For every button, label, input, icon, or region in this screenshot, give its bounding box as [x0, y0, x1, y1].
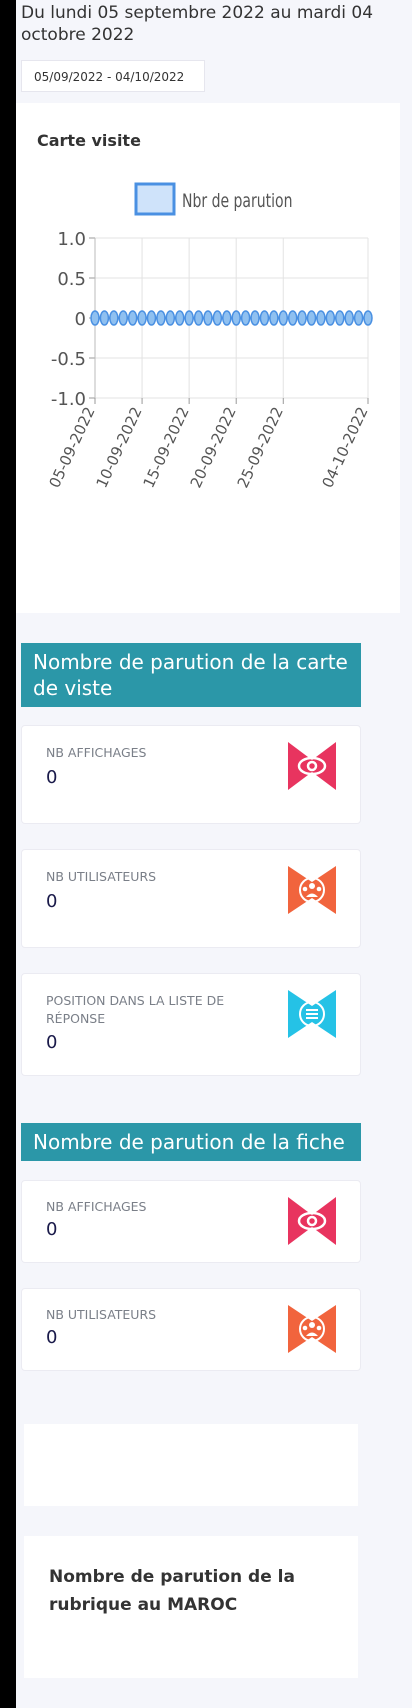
x-tick-label: 20-09-2022 [187, 404, 240, 491]
x-tick-label: 15-09-2022 [140, 404, 193, 491]
line-chart: Nbr de parution1.00.50-0.5-1.005-09-2022… [45, 182, 373, 491]
data-point [335, 310, 345, 326]
stat-label: NB AFFICHAGES [46, 1199, 147, 1214]
y-tick-label: 0 [75, 309, 86, 330]
data-point [127, 310, 138, 326]
stat-label: POSITION DANS LA LISTE DE RÉPONSE [46, 993, 225, 1026]
data-point [212, 310, 223, 326]
data-point [222, 310, 232, 326]
data-point [316, 310, 326, 326]
left-edge-bar [0, 0, 16, 1708]
data-point [306, 310, 317, 326]
x-tick-label: 04-10-2022 [318, 404, 371, 491]
data-point [325, 310, 336, 326]
users-icon [288, 1305, 336, 1353]
legend-swatch [134, 182, 176, 216]
rubrique-title: Nombre de parution de la rubrique au MAR… [49, 1567, 295, 1615]
data-point [193, 310, 204, 326]
stat-card-carte-utilisateurs: NB UTILISATEURS 0 [21, 849, 361, 948]
data-point [184, 310, 194, 326]
x-tick-label: 05-09-2022 [45, 404, 98, 491]
stat-card-carte-position: POSITION DANS LA LISTE DE RÉPONSE 0 [21, 973, 361, 1076]
stat-value: 0 [46, 1032, 58, 1053]
data-point [99, 310, 110, 326]
data-point [287, 310, 298, 326]
stat-label: NB UTILISATEURS [46, 869, 157, 884]
stat-label: NB UTILISATEURS [46, 1307, 157, 1322]
stat-value: 0 [46, 1219, 58, 1240]
data-point [203, 310, 213, 326]
stat-value: 0 [46, 767, 58, 788]
data-point [174, 310, 185, 326]
stat-card-fiche-utilisateurs: NB UTILISATEURS 0 [21, 1288, 361, 1371]
stat-card-fiche-affichages: NB AFFICHAGES 0 [21, 1180, 361, 1263]
y-tick-label: 1.0 [57, 229, 86, 250]
data-point [156, 310, 166, 326]
data-point [278, 310, 289, 326]
stat-label: NB AFFICHAGES [46, 745, 147, 760]
data-point [363, 310, 373, 326]
legend-label: Nbr de parution [182, 191, 292, 213]
data-point [109, 310, 119, 326]
data-point [297, 310, 307, 326]
data-point [165, 310, 176, 326]
stat-card-carte-affichages: NB AFFICHAGES 0 [21, 725, 361, 824]
data-point [231, 310, 241, 326]
data-point [353, 310, 364, 326]
eye-icon [288, 742, 336, 790]
eye-icon [288, 1197, 336, 1245]
y-tick-label: -0.5 [51, 349, 86, 370]
data-point [259, 310, 270, 326]
data-point [118, 310, 128, 326]
x-tick-label: 10-09-2022 [93, 404, 146, 491]
empty-card [24, 1424, 358, 1506]
data-point [137, 310, 147, 326]
rubrique-card: Nombre de parution de la rubrique au MAR… [24, 1536, 358, 1678]
users-icon [288, 866, 336, 914]
section-header-carte: Nombre de parution de la carte de viste [21, 643, 361, 707]
date-range-picker[interactable]: 05/09/2022 - 04/10/2022 [21, 60, 205, 92]
y-tick-label: 0.5 [57, 269, 86, 290]
stat-value: 0 [46, 1327, 58, 1348]
data-point [146, 310, 157, 326]
data-point [240, 310, 251, 326]
data-point [90, 310, 100, 326]
section-header-fiche: Nombre de parution de la fiche [21, 1123, 361, 1161]
data-point [250, 310, 260, 326]
period-heading: Du lundi 05 septembre 2022 au mardi 04 o… [21, 3, 374, 45]
data-point [344, 310, 354, 326]
data-point [269, 310, 279, 326]
list-icon [288, 990, 336, 1038]
x-tick-label: 25-09-2022 [234, 404, 287, 491]
chart-card: Carte visite Nbr de parution 1.0 0.5 0 -0.5-… [16, 103, 400, 613]
stat-value: 0 [46, 891, 58, 912]
